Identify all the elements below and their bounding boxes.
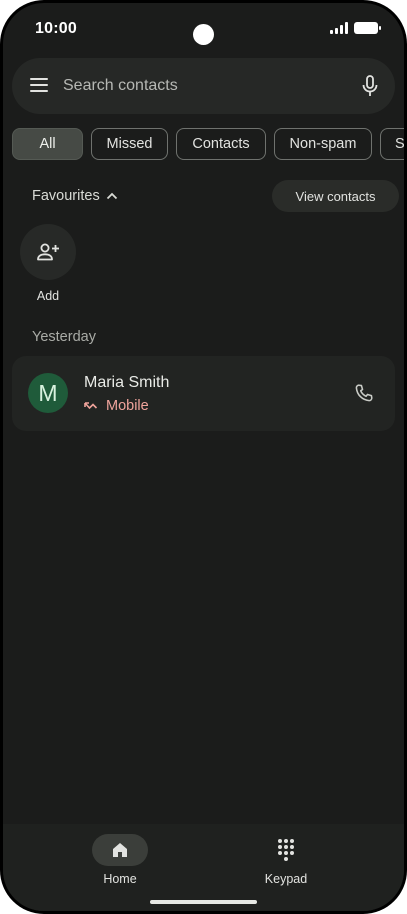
chip-more[interactable]: S [380,128,404,160]
chip-all[interactable]: All [12,128,83,160]
chip-missed[interactable]: Missed [91,128,168,160]
dialpad-icon [278,839,294,861]
nav-keypad-label: Keypad [264,872,308,886]
add-favourite-button[interactable] [20,224,76,280]
signal-icon [330,22,348,34]
nav-home[interactable]: Home [80,834,160,886]
call-type: Mobile [84,398,149,414]
section-label-yesterday: Yesterday [32,329,96,345]
favourites-header[interactable]: Favourites [32,188,118,204]
nav-home-pill[interactable] [92,834,148,866]
nav-keypad-pill[interactable] [258,834,314,866]
missed-call-icon [84,402,98,410]
call-log-item[interactable]: M Maria Smith Mobile [12,356,395,431]
nav-home-label: Home [103,872,137,886]
nav-keypad[interactable]: Keypad [246,834,326,886]
chip-contacts[interactable]: Contacts [176,128,266,160]
search-bar[interactable]: Search contacts [12,58,395,114]
favourites-title: Favourites [32,188,100,204]
home-indicator[interactable] [150,900,257,904]
status-time: 10:00 [35,20,77,37]
battery-icon [354,22,381,34]
camera-cutout [193,24,214,45]
menu-icon[interactable] [30,78,48,92]
avatar[interactable]: M [28,373,68,413]
screen: 10:00 Search contacts All Missed Contact… [3,3,404,911]
view-contacts-button[interactable]: View contacts [272,180,399,212]
add-favourite-label: Add [36,289,60,303]
home-icon [113,843,127,857]
phone-icon[interactable] [353,382,375,404]
status-bar: 10:00 [3,3,404,53]
chip-non-spam[interactable]: Non-spam [274,128,372,160]
phone-frame: 10:00 Search contacts All Missed Contact… [0,0,407,914]
bottom-nav: Home Keypad [3,824,404,911]
status-icons [330,22,381,34]
chevron-up-icon [106,192,117,200]
microphone-icon[interactable] [361,75,379,97]
call-type-label: Mobile [106,398,149,414]
search-input[interactable]: Search contacts [63,77,178,95]
add-person-icon [37,243,59,261]
contact-name: Maria Smith [84,374,170,391]
